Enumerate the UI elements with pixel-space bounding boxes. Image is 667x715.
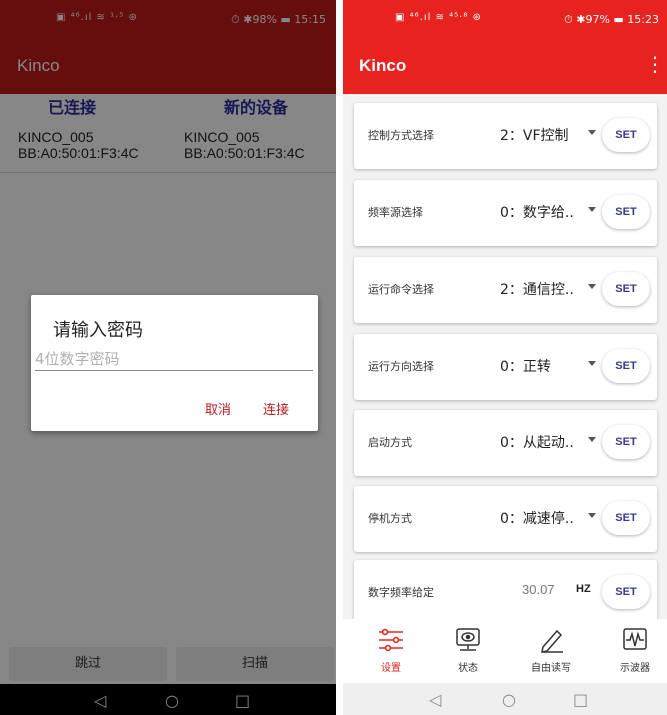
status-icons: ▣ ⁴⁶.ıl ≋ ⁴⁵·⁸ ⊛ (395, 12, 482, 23)
setting-value-dropdown[interactable]: 0：减速停.. (500, 508, 574, 528)
set-button[interactable]: SET (602, 349, 650, 383)
setting-value-dropdown[interactable]: 2：通信控.. (500, 279, 574, 299)
set-button[interactable]: SET (602, 501, 650, 535)
chevron-down-icon[interactable] (588, 437, 596, 442)
setting-value-dropdown[interactable]: 2：VF控制 (500, 125, 569, 145)
set-button[interactable]: SET (602, 195, 650, 229)
set-button[interactable]: SET (602, 425, 650, 459)
chevron-down-icon[interactable] (588, 513, 596, 518)
setting-value-dropdown[interactable]: 0：正转 (500, 356, 551, 376)
setting-value-dropdown[interactable]: 0：从起动.. (500, 432, 574, 452)
setting-label: 控制方式选择 (368, 129, 434, 142)
password-dialog: 请输入密码 取消 连接 (31, 295, 318, 431)
system-nav-bar: ◁ ○ □ (343, 683, 667, 715)
setting-label: 数字频率给定 (368, 586, 434, 599)
frequency-unit: HZ (576, 583, 591, 595)
app-title: Kinco (359, 56, 407, 75)
setting-label: 停机方式 (368, 512, 412, 525)
chevron-down-icon[interactable] (588, 207, 596, 212)
setting-card-digital-frequency: 数字频率给定 30.07 HZ SET (354, 560, 657, 626)
password-input[interactable] (35, 347, 313, 371)
app-bar: Kinco ⋮ (343, 38, 667, 94)
pen-icon (541, 629, 563, 653)
tab-label: 示波器 (620, 663, 650, 674)
settings-sliders-icon (379, 628, 403, 652)
bottom-tab-bar: 设置 状态 自由读写 示波器 (343, 619, 667, 683)
left-phone-screen: ▣ ⁴⁶.ıl ≋ ¹·⁵ ⊛ ⏱ ✱98% ▬ 15:15 Kinco 已连接… (0, 0, 336, 715)
overflow-menu-icon[interactable]: ⋮ (645, 52, 665, 76)
setting-label: 运行命令选择 (368, 283, 434, 296)
dialog-title: 请输入密码 (53, 320, 143, 341)
tab-oscilloscope[interactable]: 示波器 (605, 619, 665, 683)
monitor-icon (456, 628, 480, 651)
setting-card-frequency-source: 频率源选择 0：数字给.. SET (354, 180, 657, 246)
setting-value-dropdown[interactable]: 0：数字给.. (500, 202, 574, 222)
setting-card-run-command: 运行命令选择 2：通信控.. SET (354, 257, 657, 323)
setting-card-stop-mode: 停机方式 0：减速停.. SET (354, 486, 657, 552)
chevron-down-icon[interactable] (588, 361, 596, 366)
setting-card-control-mode: 控制方式选择 2：VF控制 SET (354, 103, 657, 169)
setting-label: 启动方式 (368, 436, 412, 449)
status-bar: ▣ ⁴⁶.ıl ≋ ⁴⁵·⁸ ⊛ ⏱ ✱97% ▬ 15:23 (343, 0, 667, 38)
tab-free-read-write[interactable]: 自由读写 (521, 619, 581, 683)
set-button[interactable]: SET (602, 118, 650, 152)
setting-card-run-direction: 运行方向选择 0：正转 SET (354, 334, 657, 400)
right-phone-screen: ▣ ⁴⁶.ıl ≋ ⁴⁵·⁸ ⊛ ⏱ ✱97% ▬ 15:23 Kinco ⋮ … (343, 0, 667, 715)
tab-settings[interactable]: 设置 (361, 619, 421, 683)
setting-label: 频率源选择 (368, 206, 423, 219)
back-icon[interactable]: ◁ (429, 690, 441, 709)
waveform-icon (623, 628, 647, 650)
frequency-value[interactable]: 30.07 (522, 582, 555, 597)
setting-card-start-mode: 启动方式 0：从起动.. SET (354, 410, 657, 476)
set-button[interactable]: SET (602, 575, 650, 609)
chevron-down-icon[interactable] (588, 284, 596, 289)
setting-label: 运行方向选择 (368, 360, 434, 373)
home-icon[interactable]: ○ (502, 690, 516, 709)
connect-button[interactable]: 连接 (263, 399, 289, 418)
tab-label: 自由读写 (531, 663, 571, 674)
chevron-down-icon[interactable] (588, 130, 596, 135)
cancel-button[interactable]: 取消 (205, 399, 231, 418)
set-button[interactable]: SET (602, 272, 650, 306)
tab-status[interactable]: 状态 (438, 619, 498, 683)
tab-label: 状态 (458, 663, 478, 674)
tab-label: 设置 (381, 663, 401, 674)
status-right: ⏱ ✱97% ▬ 15:23 (564, 13, 659, 26)
recent-apps-icon[interactable]: □ (573, 690, 588, 709)
